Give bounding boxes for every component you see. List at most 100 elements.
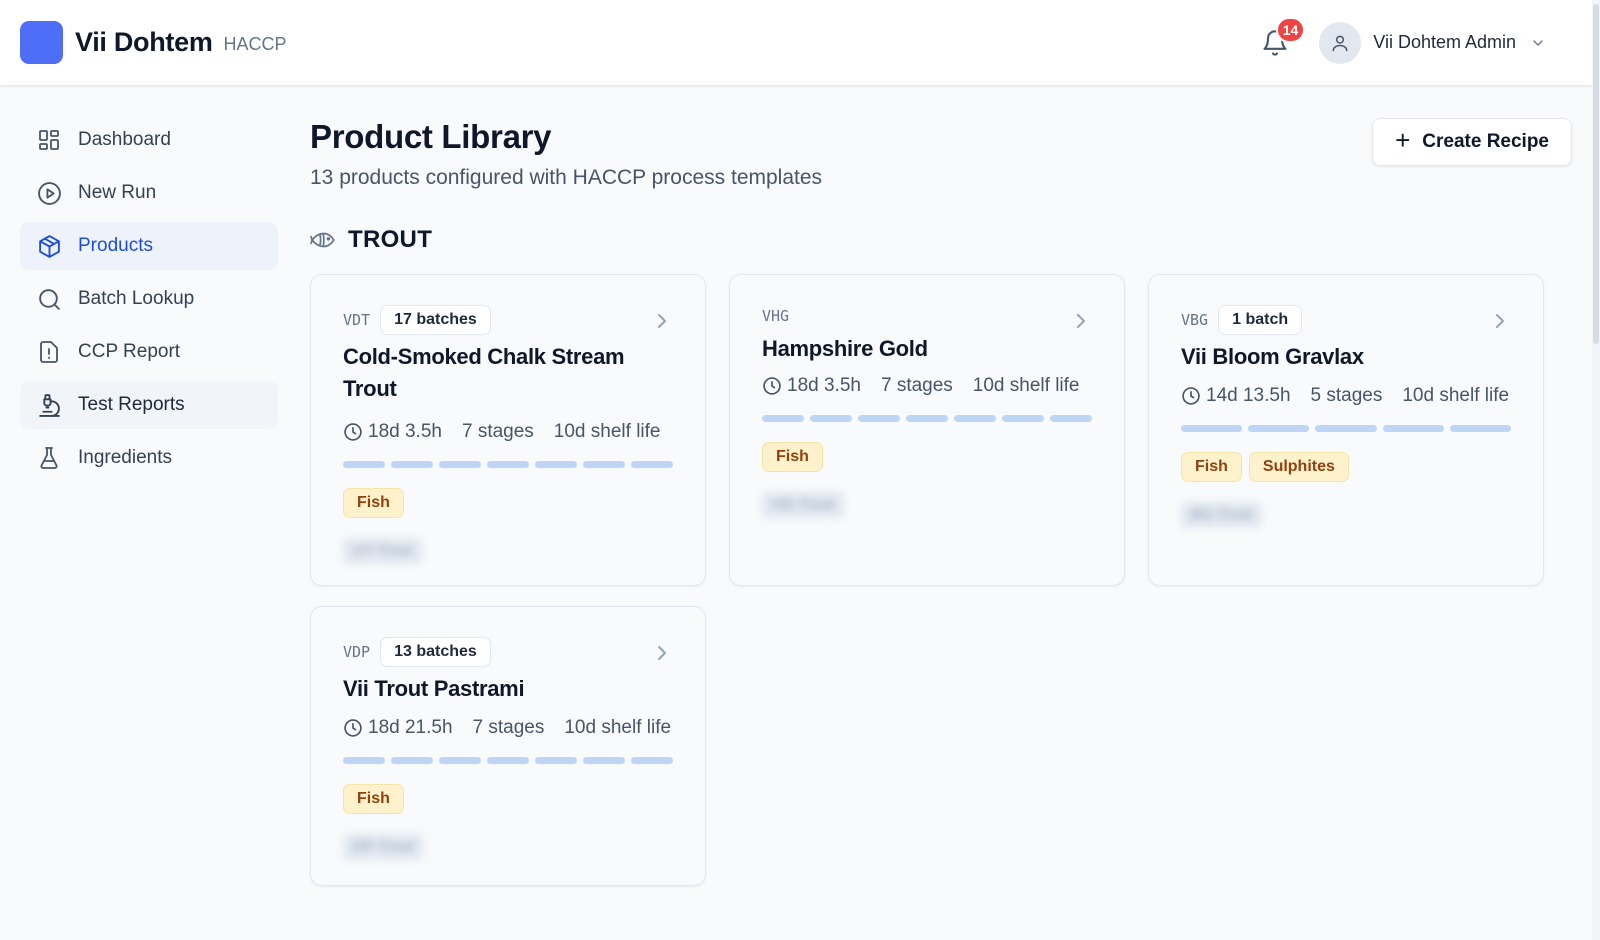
stage-bar: [1315, 425, 1377, 432]
product-meta: 18d 3.5h 7 stages 10d shelf life: [762, 375, 1092, 397]
scrollbar-thumb[interactable]: [1593, 4, 1599, 344]
clock-icon: [1182, 387, 1200, 405]
product-shelf-life: 10d shelf life: [972, 375, 1080, 396]
stage-bar: [1449, 425, 1512, 432]
product-meta: 18d 3.5h 7 stages 10d shelf life: [343, 421, 673, 443]
stage-bar: [439, 461, 481, 468]
sidebar-item-ingredients[interactable]: Ingredients: [20, 434, 278, 482]
product-card-vhg[interactable]: VHG Hampshire Gold 18d 3.5h 7 stages 10d…: [729, 274, 1125, 586]
product-card-vbg[interactable]: VBG 1 batch Vii Bloom Gravlax 14d 13.5h …: [1148, 274, 1544, 586]
play-circle-icon: [36, 180, 62, 206]
alert-document-icon: [36, 339, 62, 365]
stage-bars: [343, 757, 673, 764]
notifications-button[interactable]: 14: [1255, 16, 1306, 63]
dashboard-grid-icon: [36, 127, 62, 153]
user-menu[interactable]: Vii Dohtem Admin: [1313, 18, 1552, 68]
stage-bar: [906, 415, 948, 422]
microscope-icon: [36, 392, 62, 418]
stage-bar: [583, 461, 625, 468]
batch-count-badge: 17 batches: [380, 305, 491, 335]
package-icon: [36, 233, 62, 259]
allergen-tag: Fish: [1181, 452, 1242, 482]
product-name: Vii Bloom Gravlax: [1181, 344, 1364, 369]
stage-bar: [391, 461, 433, 468]
stage-bar: [954, 415, 996, 422]
stage-bar: [343, 461, 385, 468]
product-code: VHG: [762, 307, 790, 325]
stage-bar: [487, 757, 529, 764]
stage-bars: [762, 415, 1092, 422]
sidebar-item-batch-lookup[interactable]: Batch Lookup: [20, 275, 278, 323]
stage-bar: [762, 415, 804, 422]
stage-bar: [1050, 415, 1092, 422]
stage-bars: [343, 461, 673, 468]
stage-bar: [1002, 415, 1044, 422]
batch-count-badge: 13 batches: [380, 637, 491, 667]
sidebar-item-products[interactable]: Products: [20, 222, 278, 270]
product-duration: 14d 13.5h: [1206, 385, 1291, 406]
chevron-right-icon: [658, 646, 666, 660]
allergen-tag: Fish: [343, 784, 404, 814]
product-stages: 7 stages: [472, 717, 545, 738]
stage-bar: [535, 461, 577, 468]
product-shelf-life: 10d shelf life: [564, 717, 672, 738]
create-recipe-button[interactable]: + Create Recipe: [1372, 118, 1572, 166]
stage-bar: [631, 757, 673, 764]
allergen-tags: Fish Sulphites: [1181, 452, 1511, 482]
sidebar-item-new-run[interactable]: New Run: [20, 169, 278, 217]
product-card-vdt[interactable]: VDT 17 batches Cold-Smoked Chalk Stream …: [310, 274, 706, 586]
allergen-tag: Fish: [343, 488, 404, 518]
sidebar-item-dashboard[interactable]: Dashboard: [20, 116, 278, 164]
notification-count-badge: 14: [1275, 16, 1306, 43]
sidebar-item-ccp-report[interactable]: CCP Report: [20, 328, 278, 376]
blurred-footer: DP-Trout: [343, 834, 424, 860]
product-stages: 7 stages: [461, 421, 534, 442]
product-meta: 18d 21.5h 7 stages 10d shelf life: [343, 717, 673, 739]
top-bar-actions: 14 Vii Dohtem Admin: [1255, 16, 1572, 68]
chevron-right-icon: [1496, 314, 1504, 328]
product-name: Hampshire Gold: [762, 336, 928, 361]
blurred-footer: UT-Trout: [343, 538, 422, 564]
product-name: Vii Trout Pastrami: [343, 676, 525, 701]
avatar: [1319, 21, 1362, 64]
chevron-down-icon: [1533, 39, 1543, 46]
product-shelf-life: 10d shelf life: [553, 421, 661, 442]
product-meta: 14d 13.5h 5 stages 10d shelf life: [1181, 385, 1511, 407]
allergen-tag: Sulphites: [1248, 452, 1349, 482]
blurred-footer: HG-Trout: [762, 492, 844, 518]
clock-icon: [763, 377, 781, 395]
product-code: VBG: [1181, 311, 1209, 329]
batch-count-badge: 1 batch: [1218, 305, 1303, 335]
section-header: TROUT: [310, 226, 1572, 254]
app-subtitle: HACCP: [223, 33, 287, 54]
clock-icon: [344, 423, 362, 441]
product-name: Cold-Smoked Chalk Stream Trout: [343, 344, 625, 401]
app-logo[interactable]: [20, 21, 63, 64]
product-shelf-life: 10d shelf life: [1402, 385, 1510, 406]
product-duration: 18d 21.5h: [368, 717, 453, 738]
main-content: Product Library 13 products configured w…: [310, 118, 1572, 894]
stage-bar: [1181, 425, 1243, 432]
flask-icon: [36, 445, 62, 471]
user-icon: [1332, 35, 1348, 51]
stage-bar: [810, 415, 852, 422]
stage-bar: [535, 757, 577, 764]
sidebar-item-test-reports[interactable]: Test Reports: [20, 381, 278, 429]
app-name[interactable]: Vii Dohtem: [75, 27, 213, 58]
scrollbar-track[interactable]: [1592, 0, 1600, 940]
stage-bar: [1382, 425, 1444, 432]
stage-bar: [1248, 425, 1310, 432]
chevron-right-icon: [658, 314, 666, 328]
product-card-vdp[interactable]: VDP 13 batches Vii Trout Pastrami 18d 21…: [310, 606, 706, 886]
allergen-tags: Fish: [343, 488, 673, 518]
clock-icon: [344, 719, 362, 737]
stage-bar: [439, 757, 481, 764]
product-duration: 18d 3.5h: [787, 375, 861, 396]
sidebar-item-label: Dashboard: [78, 129, 171, 150]
stage-bar: [583, 757, 625, 764]
sidebar-nav: Dashboard New Run Products Batch Lookup: [20, 116, 278, 487]
sidebar-item-label: Batch Lookup: [78, 288, 195, 309]
stage-bar: [343, 757, 385, 764]
create-recipe-label: Create Recipe: [1422, 131, 1549, 152]
product-code: VDP: [343, 643, 371, 661]
